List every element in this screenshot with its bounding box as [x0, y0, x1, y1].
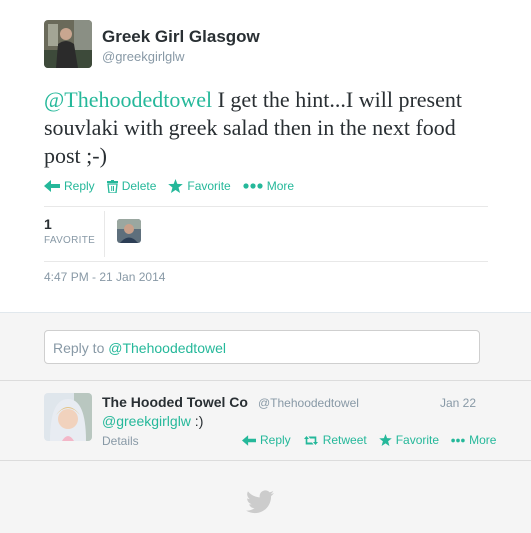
delete-label: Delete: [121, 179, 157, 193]
favorites-stat[interactable]: 1 FAVORITE: [44, 211, 105, 257]
favorites-count: 1: [44, 216, 52, 232]
details-link[interactable]: Details: [102, 434, 139, 448]
favorite-label: Favorite: [395, 433, 440, 447]
reply-button[interactable]: Reply: [242, 433, 291, 447]
tweet-text: @Thehoodedtowel I get the hint...I will …: [44, 86, 494, 170]
reply-input[interactable]: Reply to @Thehoodedtowel: [44, 330, 480, 364]
favoriter-avatar[interactable]: [117, 219, 141, 243]
tweet-actions: Reply Delete Favorite More: [44, 179, 294, 193]
retweet-button[interactable]: Retweet: [303, 433, 367, 447]
divider: [44, 261, 488, 262]
tweet-mention-link[interactable]: @Thehoodedtowel: [44, 87, 212, 112]
reply-tweet-mention[interactable]: @greekgirlglw: [102, 413, 191, 429]
more-button[interactable]: More: [243, 179, 294, 193]
reply-tweet-body: :): [190, 413, 204, 429]
reply-author-avatar[interactable]: [44, 393, 92, 441]
reply-icon: [44, 180, 60, 192]
more-button[interactable]: More: [451, 433, 496, 447]
main-tweet-panel: Greek Girl Glasgow @greekgirlglw @Thehoo…: [0, 0, 531, 313]
favorites-label: FAVORITE: [44, 235, 96, 246]
reply-tweet-text: @greekgirlglw :): [102, 413, 203, 429]
retweet-label: Retweet: [322, 433, 367, 447]
author-handle[interactable]: @greekgirlglw: [102, 49, 185, 64]
more-icon: [451, 438, 465, 442]
reply-date[interactable]: Jan 22: [440, 396, 476, 410]
twitter-bird-icon: [246, 490, 274, 519]
more-label: More: [469, 433, 497, 447]
reply-prefix: Reply to: [53, 340, 109, 356]
favorite-button[interactable]: Favorite: [378, 433, 440, 447]
favorite-label: Favorite: [187, 179, 231, 193]
retweet-icon: [303, 435, 318, 445]
delete-icon: [106, 179, 118, 193]
author-avatar[interactable]: [44, 20, 92, 68]
divider: [44, 206, 488, 207]
reply-mention: @Thehoodedtowel: [108, 340, 226, 356]
reply-button[interactable]: Reply: [44, 179, 95, 193]
reply-author-name[interactable]: The Hooded Towel Co: [102, 394, 248, 410]
reply-label: Reply: [64, 179, 95, 193]
divider: [0, 460, 531, 461]
more-label: More: [266, 179, 295, 193]
favorite-button[interactable]: Favorite: [168, 179, 231, 193]
author-name[interactable]: Greek Girl Glasgow: [102, 27, 260, 47]
star-icon: [378, 434, 392, 446]
reply-author-handle[interactable]: @Thehoodedtowel: [258, 396, 359, 410]
reply-icon: [242, 434, 256, 446]
more-icon: [243, 183, 263, 189]
divider: [0, 380, 531, 381]
star-icon: [168, 179, 184, 193]
reply-tweet-actions: Reply Retweet Favorite More: [242, 433, 496, 447]
delete-button[interactable]: Delete: [106, 179, 157, 193]
reply-label: Reply: [260, 433, 291, 447]
tweet-timestamp[interactable]: 4:47 PM - 21 Jan 2014: [44, 270, 165, 284]
